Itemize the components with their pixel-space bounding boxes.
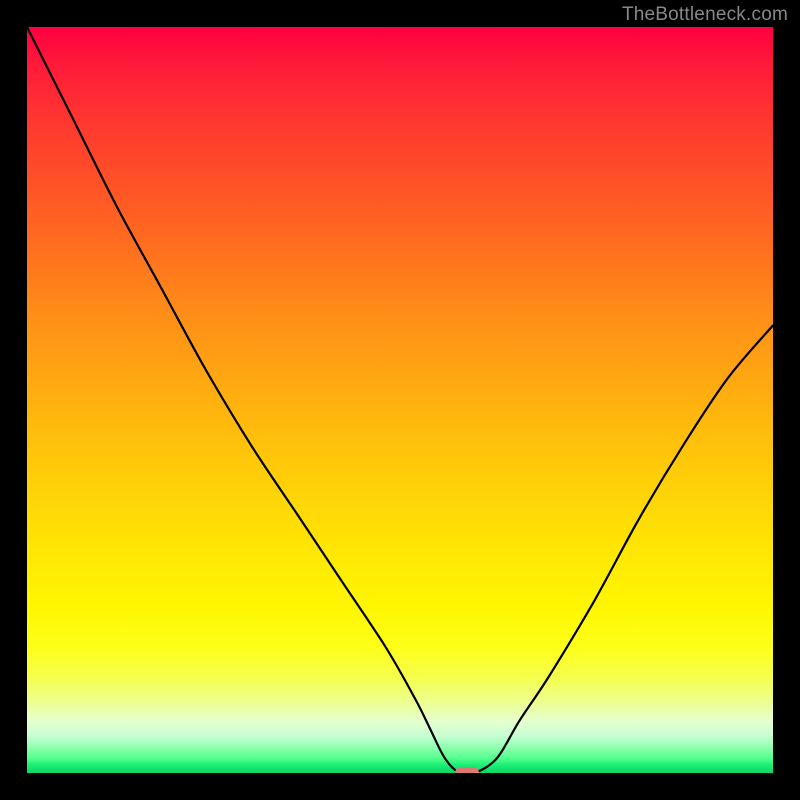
plot-area <box>27 27 773 773</box>
chart-container: TheBottleneck.com <box>0 0 800 800</box>
watermark-text: TheBottleneck.com <box>622 4 788 26</box>
bottleneck-curve <box>27 27 773 773</box>
optimal-point-marker <box>455 767 479 773</box>
